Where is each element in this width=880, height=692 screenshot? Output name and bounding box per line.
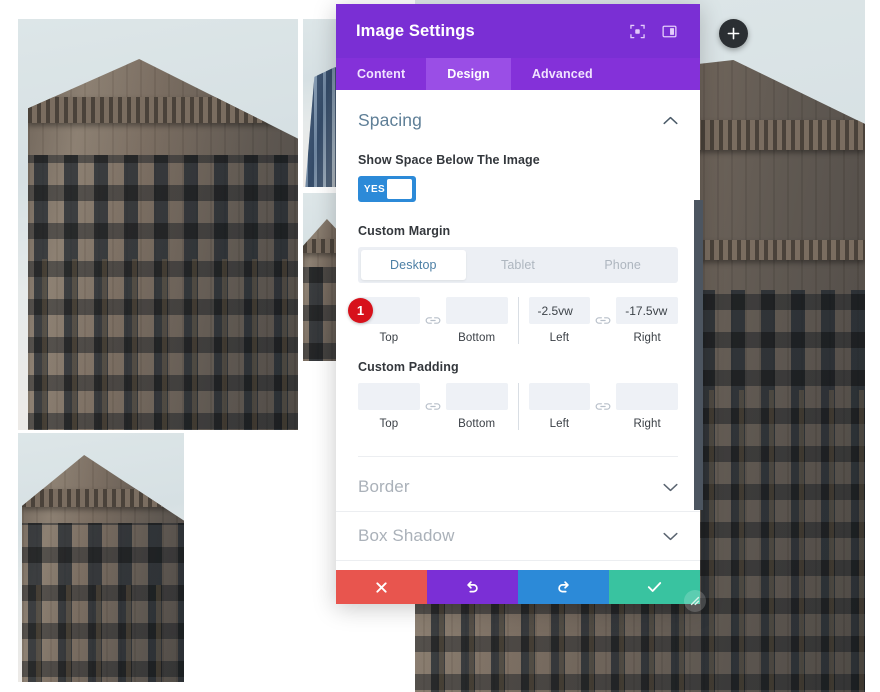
margin-responsive-tabs: Desktop Tablet Phone — [358, 247, 678, 283]
chevron-up-icon[interactable] — [663, 116, 678, 125]
padding-pair-horizontal: Left Right — [517, 383, 678, 430]
modal-tab-bar: Content Design Advanced — [336, 58, 700, 90]
margin-right-caption: Right — [633, 332, 661, 344]
margin-top-caption: Top — [379, 332, 399, 344]
modal-header: Image Settings — [336, 4, 700, 58]
margin-right-cell: Right — [616, 297, 678, 344]
padding-left-caption: Left — [549, 418, 570, 430]
link-chain-icon[interactable] — [590, 307, 616, 334]
custom-margin-row: 1 Top Bottom -2.5vw Left -17.5vw Right — [348, 297, 678, 344]
padding-top-cell: Top — [358, 383, 420, 430]
photo-window-glow — [22, 585, 184, 682]
undo-arrow-icon — [467, 580, 478, 592]
modal-title: Image Settings — [356, 21, 475, 40]
padding-pair-vertical: Top Bottom — [358, 383, 508, 430]
resp-tab-phone[interactable]: Phone — [570, 250, 675, 280]
resp-tab-tablet[interactable]: Tablet — [466, 250, 571, 280]
padding-bottom-input[interactable] — [445, 383, 508, 410]
section-spacing: Spacing Show Space Below The Image YES C… — [336, 90, 700, 463]
resp-tab-desktop[interactable]: Desktop — [361, 250, 466, 280]
editor-canvas: Image Settings Content Design Advanced S… — [0, 0, 880, 692]
image-building-corner-large[interactable] — [18, 19, 298, 430]
canvas-gutter-smallimg-bottom — [0, 682, 415, 692]
margin-bottom-caption: Bottom — [458, 332, 496, 344]
custom-padding-row: Top Bottom Left Right — [358, 383, 678, 430]
modal-scrollbar-thumb[interactable] — [694, 200, 703, 510]
section-filters[interactable]: Filters — [336, 561, 700, 570]
modal-scroll-area[interactable]: Spacing Show Space Below The Image YES C… — [336, 90, 700, 570]
section-box-shadow[interactable]: Box Shadow — [336, 512, 700, 561]
panel-layout-icon[interactable] — [658, 20, 680, 42]
checkmark-icon — [647, 582, 662, 592]
tab-advanced[interactable]: Advanced — [511, 58, 614, 90]
padding-top-caption: Top — [379, 418, 399, 430]
margin-change-badge[interactable]: 1 — [348, 298, 373, 323]
margin-bottom-cell: Bottom — [445, 297, 508, 344]
chevron-down-icon[interactable] — [663, 532, 678, 541]
margin-pair-horizontal: Left Right — [517, 297, 678, 344]
close-x-icon — [376, 581, 387, 593]
plus-icon — [727, 27, 740, 40]
margin-pair-vertical: Top Bottom — [358, 297, 508, 344]
tab-design[interactable]: Design — [426, 58, 511, 90]
padding-left-input[interactable] — [528, 383, 591, 410]
modal-footer — [336, 570, 706, 612]
redo-button[interactable] — [518, 570, 609, 604]
undo-button[interactable] — [427, 570, 518, 604]
margin-left-caption: Left — [549, 332, 570, 344]
section-border-title: Border — [358, 477, 410, 496]
modal-body: Spacing Show Space Below The Image YES C… — [336, 90, 700, 570]
padding-top-input[interactable] — [358, 383, 420, 410]
padding-right-cell: Right — [616, 383, 678, 430]
margin-left-input[interactable] — [528, 297, 591, 324]
toggle-knob — [387, 179, 412, 199]
padding-right-input[interactable] — [616, 383, 678, 410]
show-space-label: Show Space Below The Image — [358, 153, 540, 167]
margin-bottom-input[interactable] — [445, 297, 508, 324]
redo-arrow-icon — [558, 580, 569, 592]
padding-right-caption: Right — [633, 418, 661, 430]
custom-padding-label: Custom Padding — [358, 360, 459, 374]
toggle-value-label: YES — [363, 183, 386, 195]
section-box-shadow-title: Box Shadow — [358, 526, 455, 545]
expand-fullscreen-icon[interactable] — [626, 20, 648, 42]
margin-left-cell: Left — [528, 297, 591, 344]
tab-content[interactable]: Content — [336, 58, 426, 90]
show-space-toggle[interactable]: YES — [358, 176, 416, 202]
padding-left-cell: Left — [528, 383, 591, 430]
add-module-button[interactable] — [719, 19, 748, 48]
photo-window-glow — [28, 259, 298, 430]
section-spacing-title: Spacing — [358, 110, 422, 130]
resize-grip-icon[interactable] — [684, 590, 706, 612]
link-chain-icon[interactable] — [420, 393, 446, 420]
link-chain-icon[interactable] — [590, 393, 616, 420]
chevron-down-icon[interactable] — [663, 483, 678, 492]
custom-margin-label: Custom Margin — [358, 224, 451, 238]
section-spacing-header[interactable]: Spacing — [358, 110, 678, 131]
margin-right-input[interactable] — [616, 297, 678, 324]
section-divider — [358, 456, 678, 457]
padding-bottom-caption: Bottom — [458, 418, 496, 430]
image-building-corner-small[interactable] — [18, 433, 184, 682]
save-button[interactable] — [609, 570, 706, 612]
canvas-gutter-large-bottom — [0, 430, 303, 433]
image-settings-modal: Image Settings Content Design Advanced S… — [336, 4, 706, 612]
padding-bottom-cell: Bottom — [445, 383, 508, 430]
link-chain-icon[interactable] — [420, 307, 446, 334]
cancel-button[interactable] — [336, 570, 427, 604]
canvas-gutter-left — [0, 0, 18, 692]
section-border[interactable]: Border — [336, 463, 700, 512]
